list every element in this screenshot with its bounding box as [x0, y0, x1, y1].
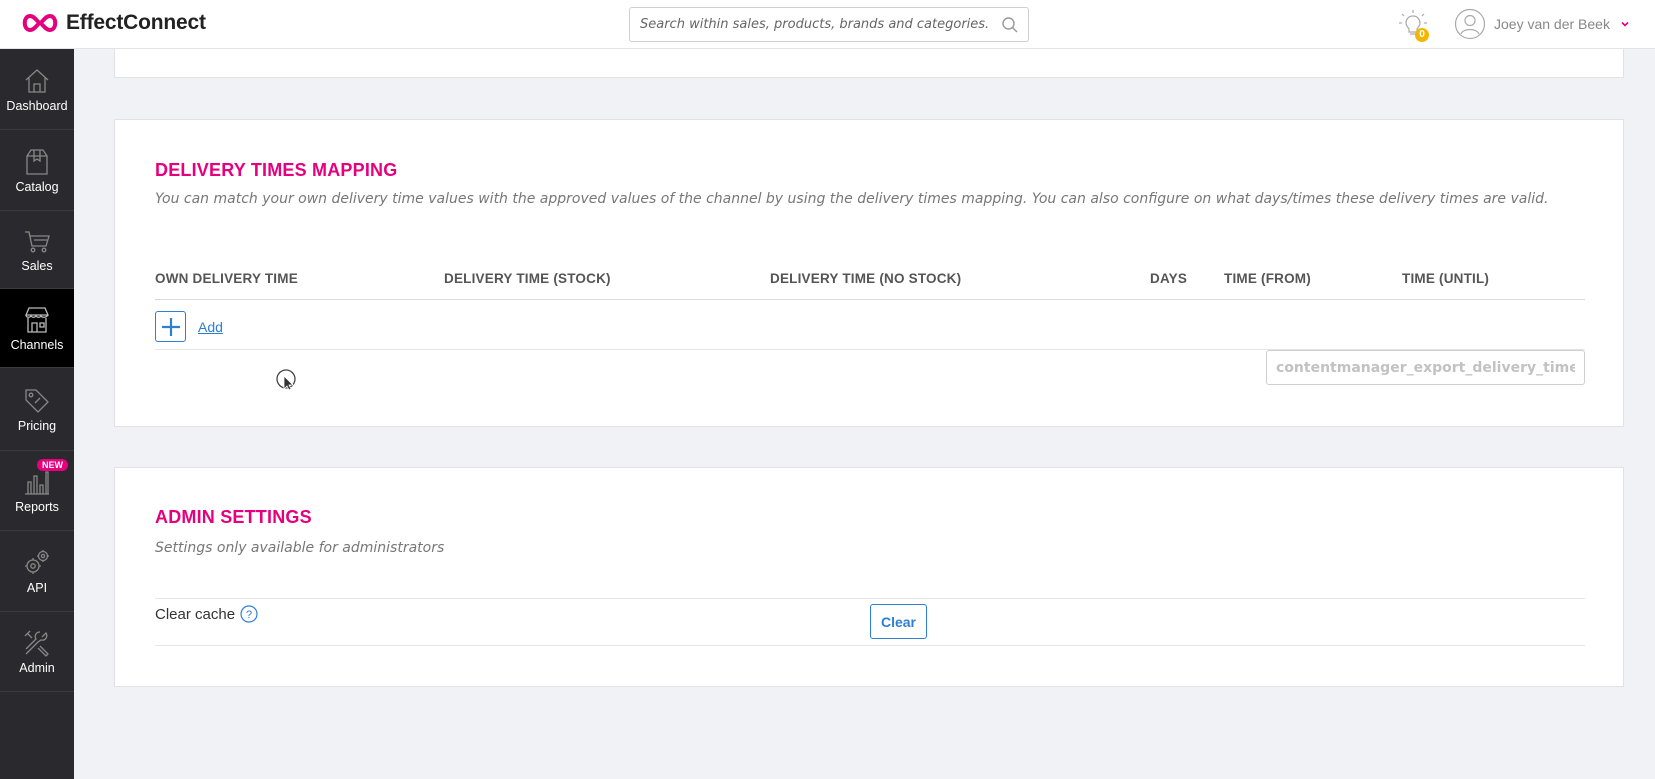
sidebar-item-label: Catalog — [15, 179, 59, 194]
app-name: EffectConnect — [66, 11, 206, 34]
sidebar-item-catalog[interactable]: Catalog — [0, 130, 74, 211]
row-divider — [155, 598, 1585, 599]
app-logo[interactable]: EffectConnect — [20, 11, 206, 35]
sidebar-item-label: Pricing — [17, 418, 57, 433]
column-header-own-delivery-time: OWN DELIVERY TIME — [155, 271, 298, 286]
plus-icon — [161, 317, 180, 336]
sidebar-item-label: Dashboard — [6, 98, 68, 113]
sidebar-item-label: Channels — [10, 337, 64, 352]
top-header: EffectConnect 0 Joey van der Beek — [0, 0, 1655, 49]
sidebar-item-label: Admin — [19, 661, 55, 675]
sidebar-item-pricing[interactable]: Pricing — [0, 368, 74, 451]
user-avatar-icon — [1454, 8, 1486, 40]
notification-badge: 0 — [1415, 28, 1429, 42]
column-header-time-from: TIME (FROM) — [1224, 271, 1311, 286]
new-badge: NEW — [37, 459, 68, 471]
tools-icon — [24, 630, 49, 657]
row-divider — [155, 645, 1585, 646]
box-icon — [26, 148, 48, 175]
add-mapping-link[interactable]: Add — [198, 319, 223, 335]
cart-icon — [25, 231, 50, 253]
global-search — [629, 7, 1029, 42]
chevron-down-icon — [1621, 21, 1629, 27]
clear-cache-label: Clear cache — [155, 606, 236, 623]
user-menu[interactable]: Joey van der Beek — [1454, 8, 1630, 40]
sidebar-item-label: Reports — [15, 500, 59, 514]
mouse-cursor-icon — [276, 369, 296, 391]
section-description: You can match your own delivery time val… — [155, 191, 1549, 207]
delivery-times-panel: DELIVERY TIMES MAPPING You can match you… — [114, 119, 1624, 427]
home-icon — [25, 68, 49, 93]
search-input[interactable] — [630, 8, 1028, 41]
sidebar-item-label: API — [26, 580, 48, 595]
price-tag-icon — [25, 388, 49, 413]
svg-text:?: ? — [246, 609, 252, 621]
help-icon[interactable]: ? — [240, 605, 258, 623]
table-header-divider — [155, 299, 1585, 300]
sidebar-item-dashboard[interactable]: Dashboard — [0, 49, 74, 130]
gears-icon — [25, 549, 49, 574]
store-icon — [25, 306, 49, 333]
infinity-logo-icon — [22, 13, 58, 33]
sidebar-item-reports[interactable]: NEW Reports — [0, 451, 74, 531]
admin-settings-panel: ADMIN SETTINGS Settings only available f… — [114, 467, 1624, 687]
user-name: Joey van der Beek — [1494, 16, 1610, 32]
sidebar-item-label: Sales — [21, 259, 53, 273]
column-header-time-until: TIME (UNTIL) — [1402, 271, 1490, 286]
column-header-days: DAYS — [1150, 271, 1188, 286]
section-title: DELIVERY TIMES MAPPING — [155, 160, 398, 180]
search-icon[interactable] — [1001, 16, 1019, 34]
add-mapping-button[interactable] — [155, 311, 186, 342]
section-title: ADMIN SETTINGS — [155, 507, 312, 527]
section-description: Settings only available for administrato… — [155, 540, 445, 556]
sidebar-item-api[interactable]: API — [0, 531, 74, 612]
bar-chart-icon — [25, 471, 49, 495]
sidebar-item-admin[interactable]: Admin — [0, 612, 74, 692]
sidebar-item-sales[interactable]: Sales — [0, 211, 74, 289]
sidebar-nav: Dashboard Catalog Sales Channels Pricing… — [0, 49, 74, 779]
sidebar-item-channels[interactable]: Channels — [0, 289, 74, 368]
column-header-delivery-time-stock: DELIVERY TIME (STOCK) — [444, 271, 611, 286]
clear-cache-button[interactable]: Clear — [870, 604, 927, 639]
save-key-field[interactable] — [1266, 350, 1585, 385]
column-header-delivery-time-no-stock: DELIVERY TIME (NO STOCK) — [770, 271, 962, 286]
